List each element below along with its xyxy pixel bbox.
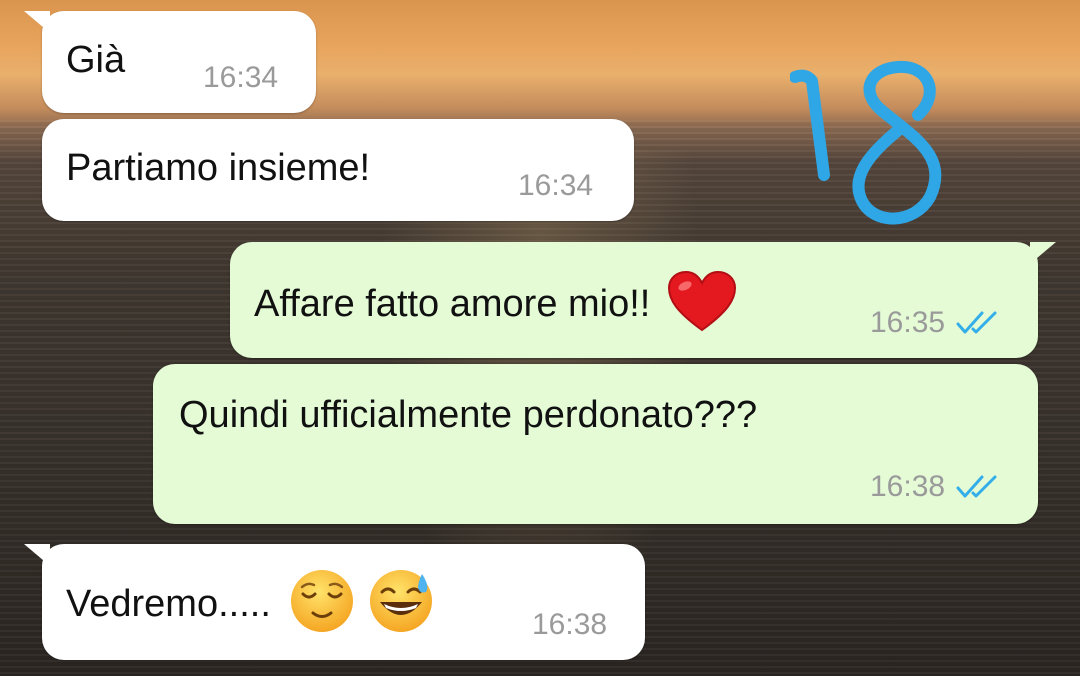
timestamp-text: 16:34	[518, 169, 594, 202]
double-check-icon	[956, 311, 997, 334]
handwritten-number-overlay: 18	[790, 60, 942, 225]
outgoing-message-bubble[interactable]: Quindi ufficialmente perdonato??? 16:38	[153, 364, 1038, 524]
message-text: Già	[66, 39, 126, 81]
message-text: Vedremo.....	[66, 570, 434, 634]
relieved-face-icon	[291, 570, 354, 632]
incoming-message-bubble[interactable]: Partiamo insieme! 16:34	[42, 119, 634, 221]
message-text: Partiamo insieme!	[66, 147, 371, 189]
timestamp-text: 16:34	[203, 61, 279, 94]
message-text-content: Vedremo.....	[66, 583, 271, 626]
outgoing-message-bubble[interactable]: Affare fatto amore mio!! 16:35	[230, 242, 1056, 358]
grinning-face-with-sweat-icon	[370, 570, 433, 632]
message-meta: 16:38	[870, 470, 999, 504]
timestamp-text: 16:35	[870, 306, 946, 339]
timestamp-text: 16:38	[870, 470, 946, 503]
incoming-message-bubble[interactable]: Vedremo..... 16:38	[24, 544, 645, 660]
message-timestamp: 16:34	[203, 61, 278, 95]
double-check-icon	[956, 475, 997, 498]
red-heart-icon	[667, 270, 736, 332]
message-text-content: Affare fatto amore mio!!	[254, 283, 651, 326]
message-text: Affare fatto amore mio!!	[254, 270, 737, 334]
message-timestamp: 16:38	[532, 608, 607, 642]
timestamp-text: 16:38	[532, 608, 608, 641]
message-timestamp: 16:34	[518, 169, 593, 203]
message-text: Quindi ufficialmente perdonato???	[179, 394, 758, 436]
incoming-message-bubble[interactable]: Già 16:34	[24, 11, 316, 113]
message-meta: 16:35	[870, 306, 999, 340]
